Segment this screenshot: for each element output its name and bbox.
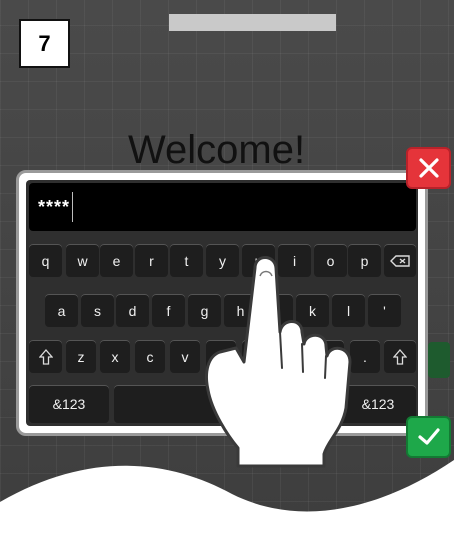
key-x[interactable]: x xyxy=(100,340,130,373)
key-t[interactable]: t xyxy=(170,244,203,277)
key-apostrophe[interactable]: ' xyxy=(368,294,401,327)
key-r[interactable]: r xyxy=(135,244,168,277)
mode-key-left[interactable]: &123 xyxy=(29,385,109,423)
shift-key-left[interactable] xyxy=(29,340,62,373)
key-c[interactable]: c xyxy=(135,340,165,373)
key-q[interactable]: q xyxy=(29,244,62,277)
password-value: **** xyxy=(38,196,71,217)
key-e[interactable]: e xyxy=(100,244,133,277)
status-bar xyxy=(169,14,336,31)
shift-icon xyxy=(393,348,407,365)
tap-hand-icon xyxy=(205,256,352,468)
key-w[interactable]: w xyxy=(66,244,99,277)
confirm-button[interactable] xyxy=(406,416,451,458)
check-icon xyxy=(417,428,440,445)
key-z[interactable]: z xyxy=(66,340,96,373)
key-d[interactable]: d xyxy=(116,294,149,327)
close-button[interactable] xyxy=(406,147,451,189)
step-badge: 7 xyxy=(19,19,70,68)
background-confirm-button xyxy=(428,342,450,378)
close-icon xyxy=(418,158,439,178)
password-field[interactable]: **** xyxy=(29,183,416,231)
backspace-key[interactable] xyxy=(384,244,416,277)
backspace-icon xyxy=(390,254,410,267)
key-f[interactable]: f xyxy=(152,294,185,327)
text-caret xyxy=(72,192,74,222)
welcome-heading: Welcome! xyxy=(128,128,306,172)
shift-key-right[interactable] xyxy=(384,340,416,373)
key-a[interactable]: a xyxy=(45,294,78,327)
key-v[interactable]: v xyxy=(170,340,200,373)
key-s[interactable]: s xyxy=(81,294,114,327)
shift-icon xyxy=(38,348,53,365)
